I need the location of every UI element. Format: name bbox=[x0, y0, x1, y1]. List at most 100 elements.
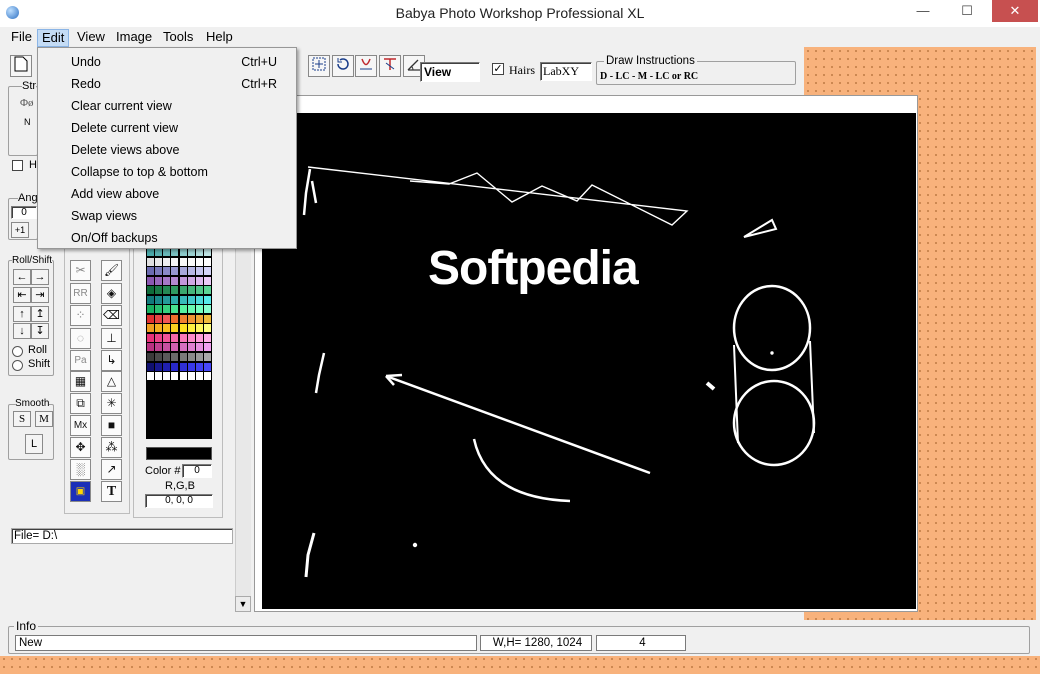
ruler-icon[interactable]: ⊥ bbox=[101, 328, 122, 349]
roll-right-button[interactable]: → bbox=[31, 269, 49, 285]
palette-swatch[interactable] bbox=[163, 257, 171, 266]
palette-swatch[interactable] bbox=[171, 362, 179, 371]
palette-swatch[interactable] bbox=[179, 333, 187, 342]
palette-swatch[interactable] bbox=[179, 343, 187, 352]
palette-swatch[interactable] bbox=[179, 314, 187, 323]
palette-swatch[interactable] bbox=[163, 267, 171, 276]
palette-swatch[interactable] bbox=[179, 391, 187, 400]
maximize-button[interactable]: ☐ bbox=[948, 0, 986, 22]
palette-swatch[interactable] bbox=[195, 257, 203, 266]
tool-crosshair-icon[interactable] bbox=[308, 55, 330, 77]
palette-swatch[interactable] bbox=[147, 324, 154, 333]
palette-swatch[interactable] bbox=[195, 372, 203, 381]
blocks-icon[interactable]: ⧉ bbox=[70, 393, 91, 414]
palette-swatch[interactable] bbox=[163, 429, 171, 438]
palette-swatch[interactable] bbox=[163, 372, 171, 381]
palette-swatch[interactable] bbox=[203, 400, 211, 409]
palette-swatch[interactable] bbox=[179, 400, 187, 409]
palette-swatch[interactable] bbox=[195, 353, 203, 362]
roll-radio[interactable] bbox=[12, 346, 23, 357]
palette-swatch[interactable] bbox=[147, 295, 154, 304]
palette-swatch[interactable] bbox=[171, 314, 179, 323]
palette-swatch[interactable] bbox=[155, 248, 163, 256]
shift-radio[interactable] bbox=[12, 360, 23, 371]
palette-swatch[interactable] bbox=[195, 314, 203, 323]
palette-swatch[interactable] bbox=[171, 343, 179, 352]
palette-swatch[interactable] bbox=[163, 381, 171, 390]
palette-swatch[interactable] bbox=[147, 372, 154, 381]
palette-swatch[interactable] bbox=[163, 248, 171, 256]
palette-swatch[interactable] bbox=[179, 429, 187, 438]
palette-swatch[interactable] bbox=[171, 257, 179, 266]
color-number-input[interactable]: 0 bbox=[182, 464, 212, 478]
labxy-field[interactable]: LabXY bbox=[540, 62, 592, 81]
palette-swatch[interactable] bbox=[155, 305, 163, 314]
palette-swatch[interactable] bbox=[195, 391, 203, 400]
new-file-icon[interactable] bbox=[10, 55, 32, 77]
palette-swatch[interactable] bbox=[163, 295, 171, 304]
palette-swatch[interactable] bbox=[187, 391, 195, 400]
roll-up-button[interactable]: ↑ bbox=[13, 306, 31, 322]
pattern-icon[interactable]: ▦ bbox=[70, 371, 91, 392]
palette-swatch[interactable] bbox=[195, 400, 203, 409]
palette-swatch[interactable] bbox=[187, 353, 195, 362]
palette-swatch[interactable] bbox=[187, 419, 195, 428]
palette-swatch[interactable] bbox=[155, 333, 163, 342]
edit-menu-item[interactable]: Collapse to top & bottom bbox=[38, 161, 296, 183]
palette-swatch[interactable] bbox=[203, 429, 211, 438]
palette-swatch[interactable] bbox=[203, 419, 211, 428]
tool-rotate-icon[interactable] bbox=[332, 55, 354, 77]
palette-swatch[interactable] bbox=[171, 429, 179, 438]
shift-up-button[interactable]: ↥ bbox=[31, 306, 49, 322]
brush-icon[interactable]: 🖌 bbox=[101, 260, 122, 281]
palette-swatch[interactable] bbox=[155, 295, 163, 304]
palette-swatch[interactable] bbox=[187, 305, 195, 314]
palette-swatch[interactable] bbox=[203, 343, 211, 352]
menu-image[interactable]: Image bbox=[112, 29, 156, 47]
palette-swatch[interactable] bbox=[203, 305, 211, 314]
palette-swatch[interactable] bbox=[155, 276, 163, 285]
palette-swatch[interactable] bbox=[147, 333, 154, 342]
menu-help[interactable]: Help bbox=[202, 29, 237, 47]
palette-swatch[interactable] bbox=[187, 400, 195, 409]
palette-swatch[interactable] bbox=[171, 286, 179, 295]
hairs-checkbox[interactable]: ✓ bbox=[492, 63, 504, 75]
palette-swatch[interactable] bbox=[171, 248, 179, 256]
palette-swatch[interactable] bbox=[171, 267, 179, 276]
palette-swatch[interactable] bbox=[187, 276, 195, 285]
palette-swatch[interactable] bbox=[155, 362, 163, 371]
palette-swatch[interactable] bbox=[155, 410, 163, 419]
palette-swatch[interactable] bbox=[163, 286, 171, 295]
palette-swatch[interactable] bbox=[155, 343, 163, 352]
palette-swatch[interactable] bbox=[147, 410, 154, 419]
menu-edit[interactable]: Edit bbox=[37, 29, 70, 47]
palette-swatch[interactable] bbox=[147, 305, 154, 314]
shift-right-button[interactable]: ⇥ bbox=[31, 287, 49, 303]
palette-swatch[interactable] bbox=[187, 267, 195, 276]
fill-icon[interactable]: ◈ bbox=[101, 283, 122, 304]
smooth-s-button[interactable]: S bbox=[13, 411, 31, 427]
palette-swatch[interactable] bbox=[187, 248, 195, 256]
move-icon[interactable]: ✥ bbox=[70, 437, 91, 458]
palette-swatch[interactable] bbox=[163, 333, 171, 342]
palette-swatch[interactable] bbox=[179, 248, 187, 256]
palette-swatch[interactable] bbox=[171, 410, 179, 419]
palette-swatch[interactable] bbox=[203, 410, 211, 419]
edit-menu-item[interactable]: Undo Ctrl+U bbox=[38, 51, 296, 73]
menu-tools[interactable]: Tools bbox=[159, 29, 197, 47]
palette-swatch[interactable] bbox=[171, 372, 179, 381]
mix-icon[interactable]: Mx bbox=[70, 415, 91, 436]
palette-swatch[interactable] bbox=[147, 286, 154, 295]
star-icon[interactable]: ✳ bbox=[101, 393, 122, 414]
palette-swatch[interactable] bbox=[171, 419, 179, 428]
palette-swatch[interactable] bbox=[187, 286, 195, 295]
palette-swatch[interactable] bbox=[155, 429, 163, 438]
palette-swatch[interactable] bbox=[179, 410, 187, 419]
palette-swatch[interactable] bbox=[155, 381, 163, 390]
edit-menu-item[interactable]: Redo Ctrl+R bbox=[38, 73, 296, 95]
roll-down-button[interactable]: ↓ bbox=[13, 323, 31, 339]
layers-icon[interactable]: ▣ bbox=[70, 481, 91, 502]
palette-swatch[interactable] bbox=[179, 372, 187, 381]
palette-swatch[interactable] bbox=[203, 314, 211, 323]
palette-swatch[interactable] bbox=[203, 353, 211, 362]
